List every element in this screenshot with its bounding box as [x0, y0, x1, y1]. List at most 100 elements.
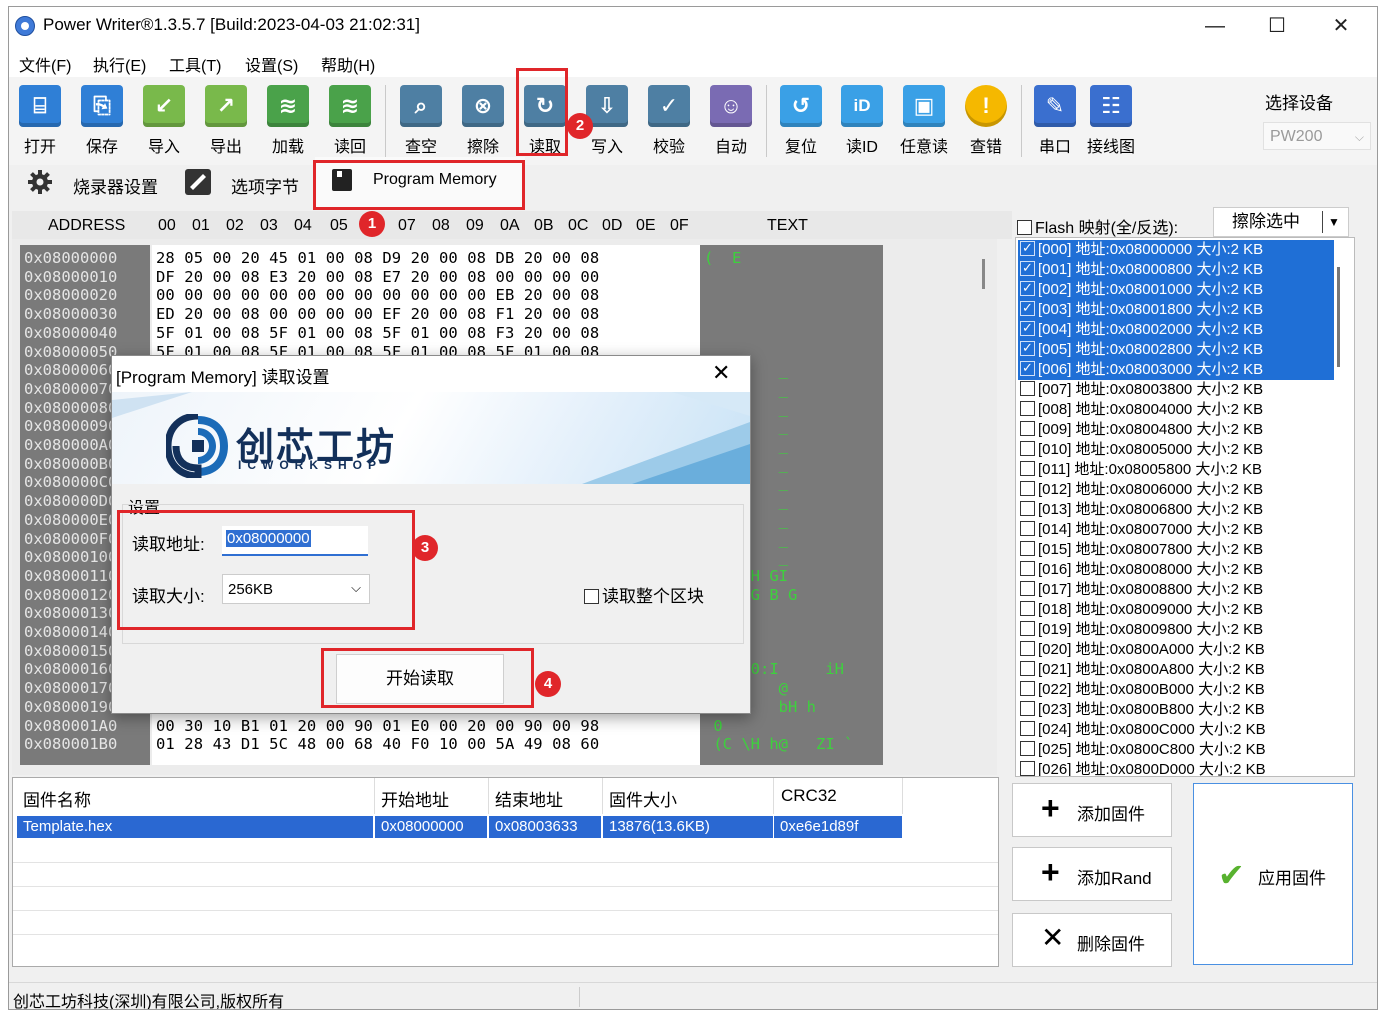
- checkbox-icon[interactable]: [1020, 501, 1035, 516]
- flash-sector-item[interactable]: [011] 地址:0x08005800 大小:2 KB: [1018, 460, 1334, 480]
- read-whole-block-checkbox[interactable]: 读取整个区块: [582, 582, 704, 607]
- dialog-close-button[interactable]: ✕: [712, 360, 730, 386]
- add-rand-button[interactable]: + 添加Rand: [1012, 847, 1172, 901]
- flash-sector-item[interactable]: [008] 地址:0x08004000 大小:2 KB: [1018, 400, 1334, 420]
- export-button[interactable]: ↗ 导出: [199, 81, 253, 161]
- checkbox-icon[interactable]: [1020, 681, 1035, 696]
- wiring-diagram-button[interactable]: ☷ 接线图: [1084, 81, 1138, 161]
- flash-sector-item[interactable]: [022] 地址:0x0800B000 大小:2 KB: [1018, 680, 1334, 700]
- menu-tools[interactable]: 工具(T): [169, 52, 221, 76]
- erase-selected-button[interactable]: 擦除选中 ▼: [1213, 207, 1349, 237]
- checkbox-icon[interactable]: [1020, 320, 1035, 338]
- flash-sector-item[interactable]: [010] 地址:0x08005000 大小:2 KB: [1018, 440, 1334, 460]
- flash-sector-item[interactable]: [015] 地址:0x08007800 大小:2 KB: [1018, 540, 1334, 560]
- serial-port-button[interactable]: ✎ 串口: [1028, 81, 1082, 161]
- import-button[interactable]: ↙ 导入: [137, 81, 191, 161]
- flash-sector-item[interactable]: [016] 地址:0x08008000 大小:2 KB: [1018, 560, 1334, 580]
- tab-programmer-settings[interactable]: 烧录器设置: [13, 157, 168, 207]
- menu-settings[interactable]: 设置(S): [245, 52, 298, 76]
- device-select[interactable]: PW200 ⌵: [1263, 122, 1371, 150]
- flash-sector-item[interactable]: [024] 地址:0x0800C000 大小:2 KB: [1018, 720, 1334, 740]
- hex-row-bytes[interactable]: 5F 01 00 08 5F 01 00 08 5F 01 00 08 F3 2…: [156, 324, 599, 342]
- save-button[interactable]: ⎘ 保存: [75, 81, 129, 161]
- flash-sector-list[interactable]: [000] 地址:0x08000000 大小:2 KB [001] 地址:0x08…: [1015, 237, 1355, 777]
- checkbox-icon[interactable]: [1020, 260, 1035, 278]
- delete-firmware-button[interactable]: ✕ 删除固件: [1012, 913, 1172, 967]
- flash-sector-item[interactable]: [018] 地址:0x08009000 大小:2 KB: [1018, 600, 1334, 620]
- menu-file[interactable]: 文件(F): [19, 52, 71, 76]
- any-read-button[interactable]: ▣ 任意读: [897, 81, 951, 161]
- checkbox-icon[interactable]: [1020, 421, 1035, 436]
- flash-sector-item[interactable]: [019] 地址:0x08009800 大小:2 KB: [1018, 620, 1334, 640]
- checkbox-icon[interactable]: [1020, 340, 1035, 358]
- checkbox-icon[interactable]: [1020, 741, 1035, 756]
- add-firmware-button[interactable]: + 添加固件: [1012, 783, 1172, 837]
- flash-sector-item[interactable]: [013] 地址:0x08006800 大小:2 KB: [1018, 500, 1334, 520]
- checkbox-icon[interactable]: [1020, 280, 1035, 298]
- blank-check-button[interactable]: ⌕ 查空: [394, 81, 448, 161]
- check-error-button[interactable]: ! 查错: [959, 81, 1013, 161]
- flash-sector-item[interactable]: [014] 地址:0x08007000 大小:2 KB: [1018, 520, 1334, 540]
- flash-sector-item[interactable]: [012] 地址:0x08006000 大小:2 KB: [1018, 480, 1334, 500]
- verify-button[interactable]: ✓ 校验: [642, 81, 696, 161]
- flash-sector-item[interactable]: [025] 地址:0x0800C800 大小:2 KB: [1018, 740, 1334, 760]
- flash-sector-item[interactable]: [017] 地址:0x08008800 大小:2 KB: [1018, 580, 1334, 600]
- hex-row-bytes[interactable]: DF 20 00 08 E3 20 00 08 E7 20 00 08 00 0…: [156, 268, 599, 286]
- hex-row-bytes[interactable]: 00 00 00 00 00 00 00 00 00 00 00 00 EB 2…: [156, 286, 599, 304]
- checkbox-icon[interactable]: [1020, 601, 1035, 616]
- minimize-button[interactable]: —: [1185, 11, 1245, 41]
- checkbox-icon[interactable]: [1020, 581, 1035, 596]
- read-id-button[interactable]: iD 读ID: [835, 81, 889, 161]
- checkbox-icon[interactable]: [1020, 561, 1035, 576]
- close-button[interactable]: ✕: [1311, 11, 1371, 41]
- checkbox-icon[interactable]: [1020, 541, 1035, 556]
- checkbox-icon[interactable]: [1020, 441, 1035, 456]
- hex-row-bytes[interactable]: ED 20 00 08 00 00 00 00 EF 20 00 08 F1 2…: [156, 305, 599, 323]
- checkbox-icon[interactable]: [1020, 300, 1035, 318]
- flash-sector-item[interactable]: [003] 地址:0x08001800 大小:2 KB: [1018, 300, 1334, 320]
- reset-button[interactable]: ↺ 复位: [774, 81, 828, 161]
- apply-firmware-button[interactable]: ✔ 应用固件: [1193, 783, 1353, 965]
- hex-scrollbar[interactable]: [982, 259, 985, 289]
- hex-row-bytes[interactable]: 00 30 10 B1 01 20 00 90 01 E0 00 20 00 9…: [156, 717, 599, 735]
- open-button[interactable]: ⌸ 打开: [13, 81, 67, 161]
- flash-sector-item[interactable]: [023] 地址:0x0800B800 大小:2 KB: [1018, 700, 1334, 720]
- flash-sector-item[interactable]: [006] 地址:0x08003000 大小:2 KB: [1018, 360, 1334, 380]
- checkbox-icon[interactable]: [1020, 721, 1035, 736]
- erase-button[interactable]: ⊗ 擦除: [456, 81, 510, 161]
- menu-help[interactable]: 帮助(H): [321, 52, 375, 76]
- load-button[interactable]: ≋ 加载: [261, 81, 315, 161]
- menu-execute[interactable]: 执行(E): [93, 52, 146, 76]
- flash-sector-item[interactable]: [026] 地址:0x0800D000 大小:2 KB: [1018, 760, 1334, 776]
- checkbox-icon[interactable]: [1020, 481, 1035, 496]
- flash-sector-item[interactable]: [020] 地址:0x0800A000 大小:2 KB: [1018, 640, 1334, 660]
- checkbox-icon[interactable]: [1020, 240, 1035, 258]
- checkbox-icon[interactable]: [1020, 461, 1035, 476]
- readback-button[interactable]: ≋ 读回: [323, 81, 377, 161]
- dropdown-arrow-icon[interactable]: ▼: [1328, 208, 1340, 236]
- auto-button[interactable]: ☺ 自动: [704, 81, 758, 161]
- flash-sector-item[interactable]: [002] 地址:0x08001000 大小:2 KB: [1018, 280, 1334, 300]
- flash-sector-item[interactable]: [007] 地址:0x08003800 大小:2 KB: [1018, 380, 1334, 400]
- flash-scrollbar[interactable]: [1337, 267, 1340, 367]
- checkbox-icon[interactable]: [1020, 661, 1035, 676]
- checkbox-icon[interactable]: [1020, 381, 1035, 396]
- checkbox-icon[interactable]: [1020, 521, 1035, 536]
- flash-select-all[interactable]: Flash 映射(全/反选):: [1015, 214, 1178, 238]
- maximize-button[interactable]: ☐: [1247, 11, 1307, 41]
- hex-row-bytes[interactable]: 01 28 43 D1 5C 48 00 68 40 F0 10 00 5A 4…: [156, 735, 599, 753]
- checkbox-icon[interactable]: [1020, 360, 1035, 378]
- checkbox-icon[interactable]: [1020, 761, 1035, 776]
- tab-option-bytes[interactable]: 选项字节: [169, 157, 309, 207]
- flash-sector-item[interactable]: [001] 地址:0x08000800 大小:2 KB: [1018, 260, 1334, 280]
- checkbox-icon[interactable]: [1020, 621, 1035, 636]
- checkbox-icon[interactable]: [1020, 401, 1035, 416]
- flash-sector-item[interactable]: [021] 地址:0x0800A800 大小:2 KB: [1018, 660, 1334, 680]
- flash-sector-item[interactable]: [005] 地址:0x08002800 大小:2 KB: [1018, 340, 1334, 360]
- flash-sector-item[interactable]: [000] 地址:0x08000000 大小:2 KB: [1018, 240, 1334, 260]
- checkbox-icon[interactable]: [1020, 641, 1035, 656]
- checkbox-icon[interactable]: [1020, 701, 1035, 716]
- flash-sector-item[interactable]: [009] 地址:0x08004800 大小:2 KB: [1018, 420, 1334, 440]
- hex-row-bytes[interactable]: 28 05 00 20 45 01 00 08 D9 20 00 08 DB 2…: [156, 249, 599, 267]
- flash-sector-item[interactable]: [004] 地址:0x08002000 大小:2 KB: [1018, 320, 1334, 340]
